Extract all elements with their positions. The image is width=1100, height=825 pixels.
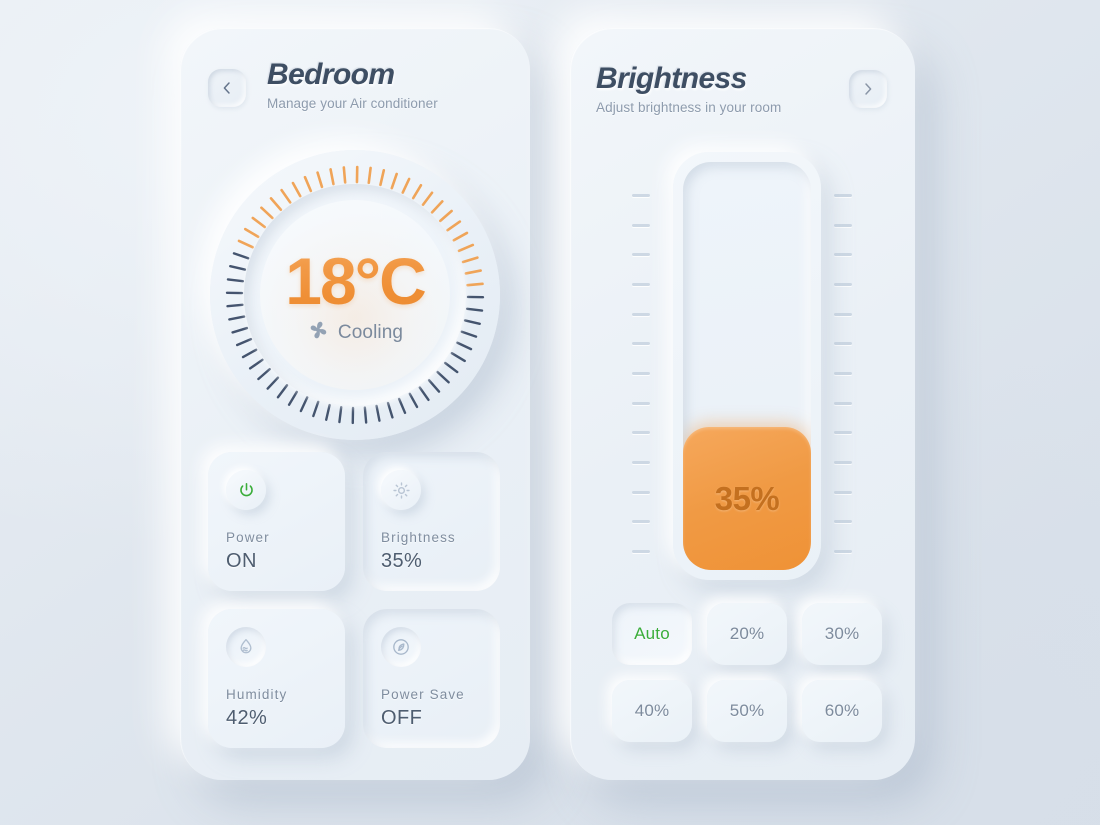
control-card-humidity[interactable]: Humidity 42%	[208, 609, 345, 748]
power-icon	[226, 470, 266, 510]
control-card-value: ON	[226, 550, 257, 572]
power-save-icon	[381, 627, 421, 667]
slider-tick	[834, 401, 852, 405]
brightness-slider-area: 35%	[632, 150, 854, 590]
slider-frame: 35%	[673, 152, 821, 580]
slider-tick	[632, 194, 650, 197]
control-card-label: Brightness	[381, 530, 456, 545]
slider-tick	[632, 372, 650, 375]
control-card-power[interactable]: Power ON	[208, 452, 345, 591]
slider-tick	[632, 550, 650, 553]
dial-face: 18°C Cooling	[260, 200, 450, 390]
slider-fill[interactable]: 35%	[683, 427, 811, 570]
slider-tick	[632, 312, 650, 316]
forward-button[interactable]	[849, 70, 887, 108]
slider-tick	[834, 520, 852, 524]
preset-button-50pct[interactable]: 50%	[707, 680, 787, 742]
slider-tick	[632, 401, 650, 405]
sun-icon	[381, 470, 421, 510]
mode-label: Cooling	[337, 321, 404, 343]
slider-scale-left	[632, 194, 652, 553]
preset-button-60pct[interactable]: 60%	[802, 680, 882, 742]
control-card-value: 35%	[381, 550, 423, 572]
temperature-dial[interactable]: 18°C Cooling	[210, 150, 500, 440]
control-card-label: Power	[226, 530, 270, 545]
slider-tick	[834, 312, 852, 316]
control-card-power-save[interactable]: Power Save OFF	[363, 609, 500, 748]
slider-tick	[632, 253, 650, 257]
slider-tick	[632, 283, 650, 286]
bedroom-header: Bedroom Manage your Air conditioner	[267, 59, 438, 111]
chevron-right-icon	[860, 81, 876, 97]
mode-row: Cooling	[307, 319, 403, 346]
slider-tick	[834, 431, 852, 435]
slider-tick	[834, 550, 852, 553]
slider-tick	[834, 283, 852, 286]
page-title: Bedroom	[267, 58, 395, 91]
control-card-label: Power Save	[381, 687, 465, 702]
slider-tick	[834, 253, 852, 257]
brightness-preset-grid: Auto 20% 30% 40% 50% 60%	[612, 603, 882, 742]
slider-tick	[834, 372, 852, 375]
slider-tick	[632, 520, 650, 524]
page-subtitle: Manage your Air conditioner	[267, 95, 438, 111]
preset-button-30pct[interactable]: 30%	[802, 603, 882, 665]
control-card-label: Humidity	[226, 687, 288, 702]
slider-scale-right	[834, 194, 854, 553]
slider-tick	[632, 342, 650, 346]
preset-button-40pct[interactable]: 40%	[612, 680, 692, 742]
control-card-value: 42%	[226, 707, 268, 729]
control-card-grid: Power ON Brightness 35% Humidity 42% Power …	[208, 452, 503, 748]
control-card-value: OFF	[381, 707, 423, 729]
fan-icon	[307, 319, 329, 346]
control-card-brightness[interactable]: Brightness 35%	[363, 452, 500, 591]
slider-tick	[834, 223, 852, 227]
slider-value-label: 35%	[714, 479, 780, 517]
humidity-icon	[226, 627, 266, 667]
slider-tick	[632, 461, 650, 464]
brightness-title: Brightness	[596, 62, 747, 95]
brightness-slider[interactable]: 35%	[683, 162, 811, 570]
slider-tick	[834, 194, 852, 197]
slider-tick	[632, 490, 650, 494]
slider-tick	[834, 490, 852, 494]
preset-button-20pct[interactable]: 20%	[707, 603, 787, 665]
preset-button-auto[interactable]: Auto	[612, 603, 692, 665]
temperature-value: 18°C	[285, 244, 426, 318]
slider-tick	[834, 461, 852, 464]
chevron-left-icon	[219, 80, 235, 96]
brightness-header: Brightness Adjust brightness in your roo…	[596, 63, 781, 115]
back-button[interactable]	[208, 69, 246, 107]
slider-tick	[632, 431, 650, 435]
slider-tick	[834, 342, 852, 346]
brightness-subtitle: Adjust brightness in your room	[596, 99, 782, 115]
slider-tick	[632, 223, 650, 227]
